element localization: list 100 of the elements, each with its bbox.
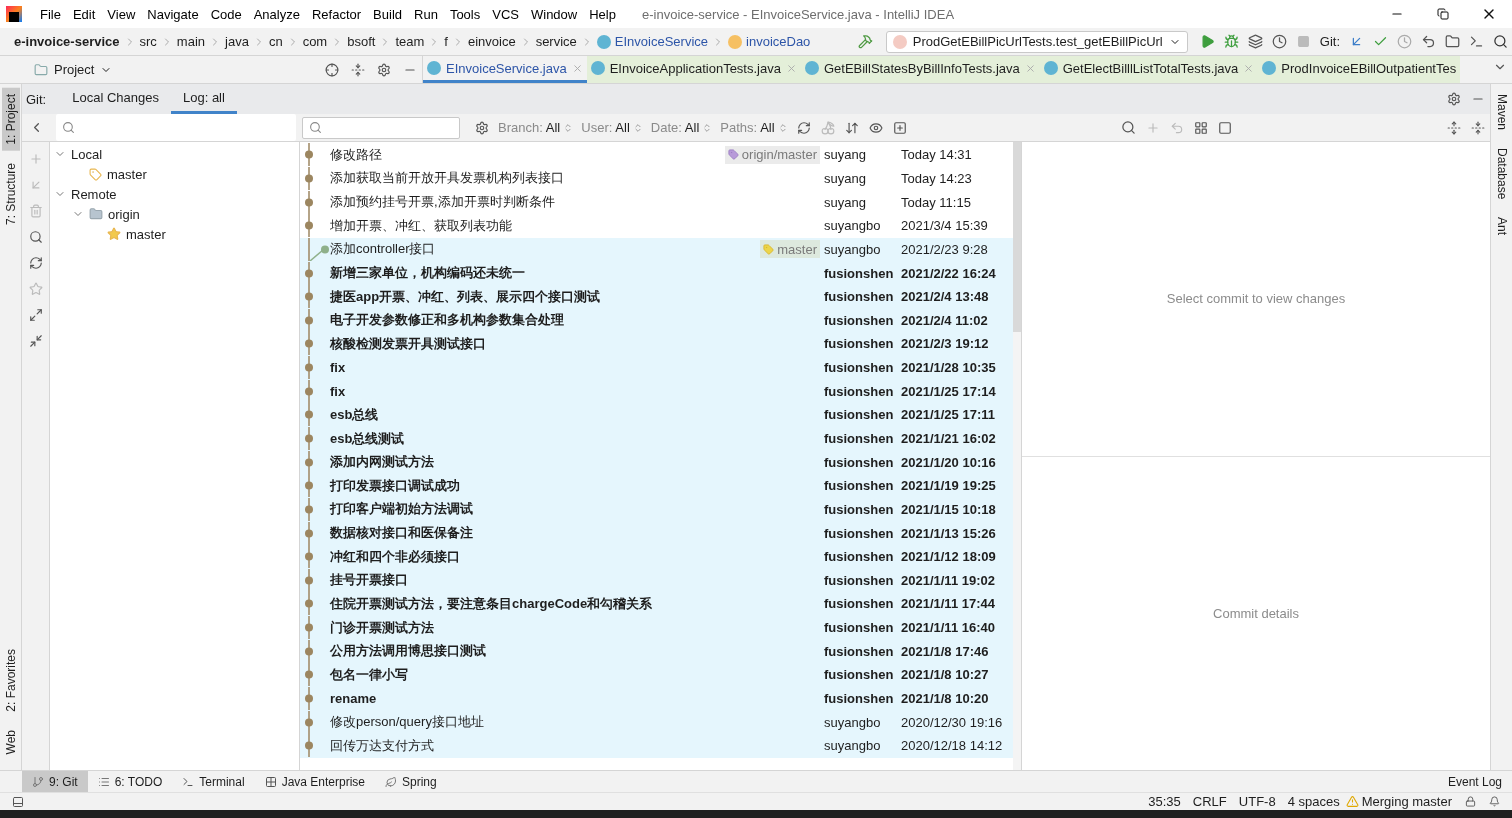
commit-message: 新增三家单位，机构编码还未统一	[330, 264, 526, 282]
commit-row[interactable]: esb总线 fusionshen 2021/1/25 17:11	[300, 403, 1013, 427]
commit-row[interactable]: 修改person/query接口地址 suyangbo 2020/12/30 19:16	[300, 710, 1013, 734]
breadcrumb[interactable]: service	[535, 34, 577, 49]
commit-row[interactable]: 数据核对接口和医保备注 fusionshen 2021/1/13 15:26	[300, 521, 1013, 545]
tool-window-tab[interactable]: 9: Git	[22, 770, 88, 793]
project-view-dropdown[interactable]: Project	[30, 62, 117, 77]
breadcrumb[interactable]: einvoice	[467, 34, 516, 49]
commit-row[interactable]: 门诊开票测试方法 fusionshen 2021/1/11 16:40	[300, 615, 1013, 640]
commit-row[interactable]: rename fusionshen 2021/1/8 10:20	[300, 686, 1013, 711]
commit-row[interactable]: 包名一律小写 fusionshen 2021/1/8 10:27	[300, 663, 1013, 687]
breadcrumb[interactable]: cn	[268, 34, 283, 49]
commit-row[interactable]: fix fusionshen 2021/1/28 10:35	[300, 355, 1013, 380]
commit-author: fusionshen	[824, 360, 895, 376]
menu-item[interactable]: Analyze	[247, 6, 306, 22]
tool-window-button[interactable]: Maven	[1492, 88, 1511, 137]
branch-tree-item[interactable]: master	[107, 166, 147, 182]
menu-item[interactable]: View	[101, 6, 142, 22]
menu-item[interactable]: Build	[367, 6, 408, 22]
branch-tree-item[interactable]: origin	[108, 206, 140, 222]
branch-tag: origin/master	[724, 145, 820, 164]
branch-tree-item[interactable]: master	[126, 226, 166, 242]
commit-author: suyangbo	[824, 714, 882, 730]
event-log-button[interactable]: Event Log	[1437, 770, 1512, 793]
commit-message: 修改person/query接口地址	[330, 713, 485, 732]
menu-item[interactable]: Navigate	[141, 6, 205, 22]
commit-author: fusionshen	[824, 667, 895, 683]
tool-window-tab[interactable]: 6: TODO	[87, 770, 173, 793]
editor-tab[interactable]: ProdInvoiceEBillOutpatientTes	[1258, 56, 1461, 83]
commit-author: suyangbo	[824, 241, 882, 257]
commit-row[interactable]: 打印客户端初始方法调试 fusionshen 2021/1/15 10:18	[300, 497, 1013, 522]
breadcrumb[interactable]: java	[225, 34, 249, 49]
commit-row[interactable]: 电子开发参数修正和多机构参数集合处理 fusionshen 2021/2/4 11:02	[300, 308, 1013, 333]
filter-dropdown[interactable]: Paths: All	[716, 120, 792, 135]
filter-dropdown[interactable]: Date: All	[646, 120, 717, 135]
vcs-status[interactable]: Merging master	[1361, 794, 1452, 809]
breadcrumb[interactable]: main	[176, 34, 206, 49]
tool-window-button[interactable]: 7: Structure	[1, 156, 20, 231]
commit-row[interactable]: 住院开票测试方法，要注意条目chargeCode和勾稽关系 fusionshen 2021/1/11 17:44	[300, 592, 1013, 616]
breadcrumb[interactable]: com	[302, 34, 328, 49]
filter-dropdown[interactable]: Branch: All	[494, 120, 578, 135]
editor-tab[interactable]: EInvoiceApplicationTests.java	[586, 56, 801, 83]
status-item[interactable]: UTF-8	[1238, 794, 1276, 809]
git-tab[interactable]: Local Changes	[60, 84, 171, 114]
run-configuration-dropdown[interactable]: ProdGetEBillPicUrlTests.test_getEBillPicUrl	[885, 30, 1188, 53]
branch-tree-item[interactable]: Local	[71, 146, 103, 162]
breadcrumb[interactable]: bsoft	[347, 34, 376, 49]
commit-row[interactable]: 核酸检测发票开具测试接口 fusionshen 2021/2/3 19:12	[300, 332, 1013, 356]
commit-row[interactable]: 捷医app开票、冲红、列表、展示四个接口测试 fusionshen 2021/2/4 13:48	[300, 284, 1013, 309]
commit-row[interactable]: fix fusionshen 2021/1/25 17:14	[300, 379, 1013, 404]
menu-item[interactable]: Tools	[443, 6, 487, 22]
empty-changes-hint: Select commit to view changes	[1166, 291, 1346, 307]
tool-window-tab[interactable]: Spring	[375, 770, 447, 793]
editor-tab[interactable]: GetElectBilllListTotalTests.java	[1039, 56, 1259, 83]
commit-date: 2021/2/23 9:28	[901, 241, 989, 257]
commit-row[interactable]: esb总线测试 fusionshen 2021/1/21 16:02	[300, 426, 1013, 451]
tool-window-button[interactable]: Database	[1492, 142, 1511, 206]
commit-row[interactable]: 添加内网测试方法 fusionshen 2021/1/20 10:16	[300, 450, 1013, 474]
commit-date: 2021/1/25 17:11	[901, 407, 996, 423]
tool-window-tab[interactable]: Java Enterprise	[254, 770, 375, 793]
editor-tab[interactable]: GetEBillStatesByBillInfoTests.java	[800, 56, 1040, 83]
status-item[interactable]: CRLF	[1192, 794, 1227, 809]
menu-item[interactable]: Edit	[66, 6, 102, 22]
commit-row[interactable]: 新增三家单位，机构编码还未统一 fusionshen 2021/2/22 16:24	[300, 261, 1013, 285]
commit-author: fusionshen	[824, 336, 895, 352]
commit-message: 挂号开票接口	[330, 571, 409, 590]
commit-row[interactable]: 公用方法调用博思接口测试 fusionshen 2021/1/8 17:46	[300, 639, 1013, 664]
tool-window-button[interactable]: Web	[1, 723, 20, 760]
commit-message: 添加内网测试方法	[330, 453, 435, 472]
commit-date: 2021/1/11 19:02	[901, 572, 996, 588]
commit-row[interactable]: 打印发票接口调试成功 fusionshen 2021/1/19 19:25	[300, 473, 1013, 498]
commit-message: esb总线	[330, 405, 380, 424]
status-item[interactable]: 35:35	[1148, 794, 1181, 809]
menu-item[interactable]: Refactor	[305, 6, 368, 22]
tool-window-button[interactable]: 2: Favorites	[1, 642, 20, 718]
tool-window-button[interactable]: Ant	[1492, 211, 1511, 242]
commit-row[interactable]: 添加controller接口 master suyangbo 2021/2/23 9:28	[300, 237, 1013, 262]
breadcrumb[interactable]: EInvoiceService	[614, 34, 709, 49]
commit-row[interactable]: 回传万达支付方式 suyangbo 2020/12/18 14:12	[300, 734, 1013, 758]
branch-tree-item[interactable]: Remote	[71, 186, 117, 202]
commit-row[interactable]: 冲红和四个非必须接口 fusionshen 2021/1/12 18:09	[300, 544, 1013, 569]
commit-author: suyangbo	[824, 738, 882, 754]
window-title: e-invoice-service - EInvoiceService.java - IntelliJ IDEA	[641, 6, 955, 22]
status-item[interactable]: 4 spaces	[1287, 794, 1340, 809]
breadcrumb[interactable]: invoiceDao	[746, 34, 811, 49]
commit-message: 冲红和四个非必须接口	[330, 547, 461, 566]
breadcrumb[interactable]: team	[395, 34, 425, 49]
menu-item[interactable]: File	[34, 6, 67, 22]
menu-item[interactable]: Window	[524, 6, 584, 22]
menu-item[interactable]: Run	[408, 6, 444, 22]
filter-dropdown[interactable]: User: All	[577, 120, 647, 135]
menu-item[interactable]: Code	[204, 6, 248, 22]
tool-window-tab[interactable]: Terminal	[172, 770, 255, 793]
tool-window-button[interactable]: 1: Project	[1, 88, 20, 151]
commit-row[interactable]: 挂号开票接口 fusionshen 2021/1/11 19:02	[300, 568, 1013, 593]
menu-item[interactable]: Help	[583, 6, 622, 22]
breadcrumb[interactable]: e-invoice-service	[14, 34, 120, 49]
breadcrumb[interactable]: f	[444, 34, 448, 49]
menu-item[interactable]: VCS	[486, 6, 525, 22]
breadcrumb[interactable]: src	[139, 34, 157, 49]
